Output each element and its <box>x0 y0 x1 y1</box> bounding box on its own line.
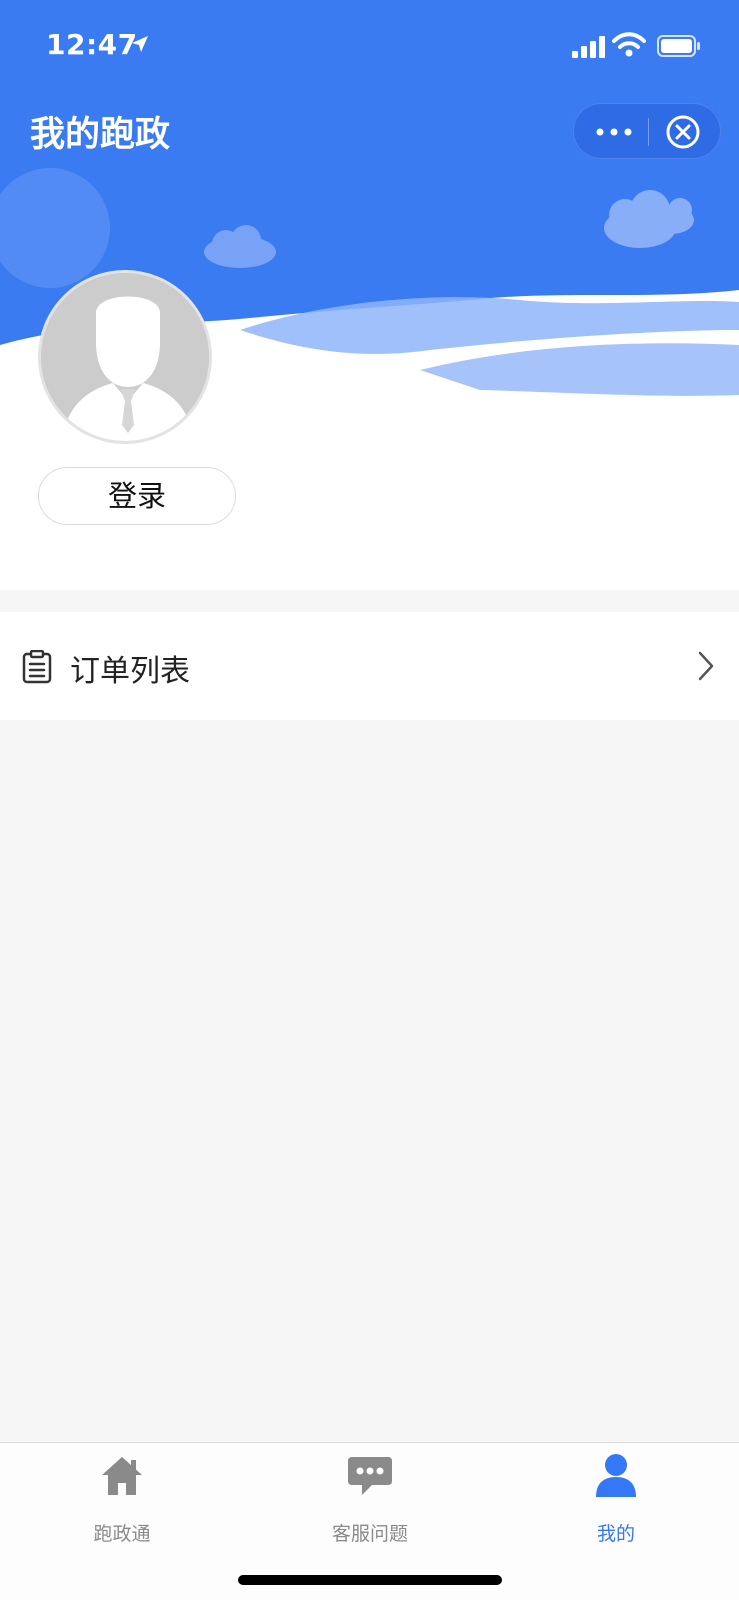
battery-icon <box>657 35 700 57</box>
home-icon <box>102 1457 142 1495</box>
chevron-right-icon <box>698 651 714 681</box>
wifi-icon <box>612 32 646 57</box>
tab-label: 我的 <box>596 1523 635 1545</box>
home-indicator <box>238 1575 502 1585</box>
page-title: 我的跑政 <box>30 115 171 155</box>
tab-label: 跑政通 <box>93 1523 151 1545</box>
menu-item-label: 订单列表 <box>70 654 190 689</box>
clipboard-icon <box>22 650 52 684</box>
login-button[interactable]: 登录 <box>38 467 236 525</box>
capsule-divider <box>648 118 649 146</box>
menu-item-order-list[interactable]: 订单列表 <box>0 612 739 720</box>
mini-program-capsule <box>573 103 721 159</box>
cellular-signal-icon <box>572 36 605 58</box>
chat-bubble-icon <box>348 1457 392 1495</box>
default-avatar-icon <box>41 273 209 441</box>
more-options-icon[interactable] <box>594 122 634 142</box>
user-icon <box>596 1454 636 1497</box>
location-arrow-icon <box>132 36 148 52</box>
tab-mine[interactable]: 我的 <box>516 1443 716 1563</box>
avatar[interactable] <box>38 270 212 444</box>
close-icon[interactable] <box>665 114 701 150</box>
tab-customer-service[interactable]: 客服问题 <box>270 1443 470 1563</box>
tab-home[interactable]: 跑政通 <box>22 1443 222 1563</box>
status-time: 12:47 <box>46 28 138 61</box>
status-bar: 12:47 <box>0 0 739 90</box>
tab-label: 客服问题 <box>331 1523 408 1545</box>
